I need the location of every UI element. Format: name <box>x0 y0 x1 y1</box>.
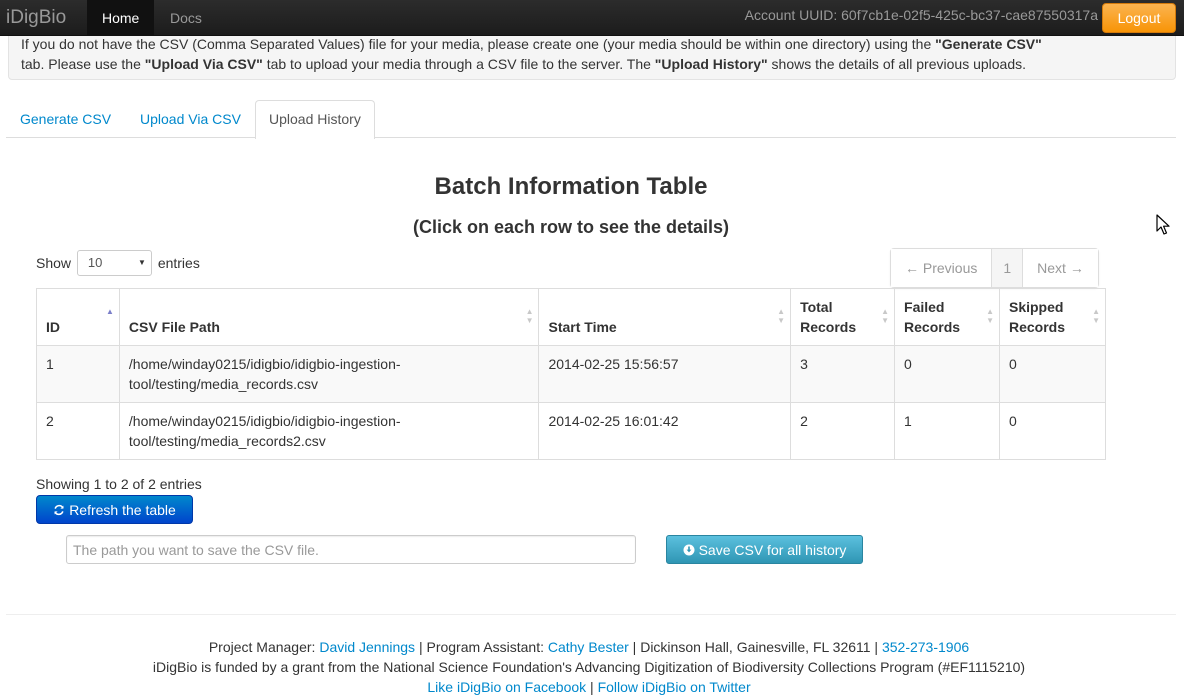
sort-icon: ▲ ▼ <box>777 307 786 325</box>
tab-generate-csv[interactable]: Generate CSV <box>6 100 125 138</box>
column-header-label: ID <box>46 319 60 335</box>
save-csv-label: Save CSV for all history <box>698 542 847 558</box>
facebook-link[interactable]: Like iDigBio on Facebook <box>427 679 586 695</box>
sort-icon: ▲ ▼ <box>1092 307 1100 325</box>
cell-start-time: 2014-02-25 15:56:57 <box>538 345 792 403</box>
column-header-id[interactable]: ID ▲ <box>36 288 120 346</box>
pagination: ← Previous 1 Next → <box>890 248 1099 288</box>
footer-text: | <box>586 679 598 695</box>
previous-page-button[interactable]: ← Previous <box>891 249 992 287</box>
instructions-text-part: shows the details of all previous upload… <box>767 56 1027 72</box>
current-page[interactable]: 1 <box>991 249 1023 287</box>
cell-total-records: 2 <box>790 402 896 460</box>
save-csv-button[interactable]: Save CSV for all history <box>666 535 863 564</box>
instructions-upload-history: "Upload History" <box>654 56 768 72</box>
sort-icon: ▲ ▼ <box>986 307 994 325</box>
column-header-label: Records <box>904 319 961 335</box>
next-page-button[interactable]: Next → <box>1022 249 1098 287</box>
instructions-text-part: If you do not have the CSV (Comma Separa… <box>21 36 936 52</box>
page-subtitle: (Click on each row to see the details) <box>412 217 730 237</box>
show-label: Show <box>36 255 72 272</box>
sort-icon: ▲ ▼ <box>525 307 534 325</box>
phone-link[interactable]: 352-273-1906 <box>882 639 969 655</box>
cell-path-line: /home/winday0215/idigbio/idigbio-ingesti… <box>128 356 401 372</box>
cell-path-line: tool/testing/media_records.csv <box>128 376 318 392</box>
column-header-label: Records <box>800 319 857 335</box>
column-header-failed-records[interactable]: Failed Records ▲ ▼ <box>894 288 1000 346</box>
instructions-text: If you do not have the CSV (Comma Separa… <box>21 34 1131 74</box>
twitter-link[interactable]: Follow iDigBio on Twitter <box>598 679 751 695</box>
table-row[interactable]: 2 /home/winday0215/idigbio/idigbio-inges… <box>36 402 1107 460</box>
footer-contacts: Project Manager: David Jennings | Progra… <box>0 637 1178 657</box>
table-header-row: ID ▲ CSV File Path ▲ ▼ Start Time ▲ ▼ Tota… <box>36 288 1107 346</box>
cell-total-records: 3 <box>790 345 896 403</box>
cell-id: 2 <box>36 402 120 460</box>
mouse-cursor-icon <box>1156 214 1170 235</box>
page-size-select[interactable]: 10 ▼ <box>76 250 152 277</box>
refresh-table-label: Refresh the table <box>69 502 176 518</box>
table-row[interactable]: 1 /home/winday0215/idigbio/idigbio-inges… <box>36 345 1107 403</box>
column-header-label: CSV File Path <box>128 319 220 335</box>
instructions-upload-csv: "Upload Via CSV" <box>144 56 263 72</box>
cell-start-time: 2014-02-25 16:01:42 <box>538 402 792 460</box>
batch-table: ID ▲ CSV File Path ▲ ▼ Start Time ▲ ▼ Tota… <box>36 288 1107 460</box>
instructions-text-part: tab. Please use the <box>21 56 145 72</box>
table-info-count: Showing 1 to 2 of 2 entries <box>36 476 202 492</box>
cell-failed-records: 0 <box>894 345 1000 403</box>
footer-divider <box>6 614 1176 615</box>
cell-path-line: tool/testing/media_records2.csv <box>128 433 326 449</box>
page-size-value: 10 <box>87 255 103 271</box>
column-header-label: Failed <box>904 299 945 315</box>
footer-text: | Dickinson Hall, Gainesville, FL 32611 … <box>628 639 882 655</box>
cell-id: 1 <box>36 345 120 403</box>
project-manager-link[interactable]: David Jennings <box>319 639 415 655</box>
tab-upload-via-csv[interactable]: Upload Via CSV <box>126 100 255 138</box>
instructions-text-part: tab to upload your media through a CSV f… <box>262 56 655 72</box>
entries-label: entries <box>157 255 200 272</box>
column-header-start-time[interactable]: Start Time ▲ ▼ <box>538 288 792 346</box>
save-path-input[interactable] <box>66 535 636 564</box>
footer-text: | Program Assistant: <box>415 639 548 655</box>
instructions-generate-csv: "Generate CSV" <box>935 36 1042 52</box>
top-navbar: iDigBio Home Docs Account UUID: 60f7cb1e… <box>0 0 1184 36</box>
cell-path: /home/winday0215/idigbio/idigbio-ingesti… <box>118 402 540 460</box>
logout-button[interactable]: Logout <box>1102 3 1176 33</box>
nav-docs[interactable]: Docs <box>155 0 217 36</box>
tab-upload-history[interactable]: Upload History <box>255 100 375 139</box>
cell-failed-records: 1 <box>894 402 1000 460</box>
sort-ascending-icon: ▲ <box>105 307 114 316</box>
cell-skipped-records: 0 <box>998 402 1107 460</box>
sort-icon: ▲ ▼ <box>881 307 890 325</box>
tab-bar: Generate CSV Upload Via CSV Upload Histo… <box>6 100 1176 139</box>
column-header-total-records[interactable]: Total Records ▲ ▼ <box>790 288 896 346</box>
page-title: Batch Information Table <box>434 173 708 200</box>
program-assistant-link[interactable]: Cathy Bester <box>548 639 629 655</box>
column-header-label: Start Time <box>548 319 617 335</box>
download-circle-icon <box>683 544 695 556</box>
column-header-label: Records <box>1008 319 1066 335</box>
brand-logo[interactable]: iDigBio <box>6 7 66 29</box>
cell-path-line: /home/winday0215/idigbio/idigbio-ingesti… <box>128 413 401 429</box>
cell-skipped-records: 0 <box>998 345 1107 403</box>
footer-funding: iDigBio is funded by a grant from the Na… <box>152 659 1026 675</box>
chevron-down-icon: ▼ <box>138 258 146 268</box>
column-header-path[interactable]: CSV File Path ▲ ▼ <box>118 288 540 346</box>
cell-path: /home/winday0215/idigbio/idigbio-ingesti… <box>118 345 540 403</box>
footer: Project Manager: David Jennings | Progra… <box>0 637 1178 697</box>
nav-home[interactable]: Home <box>87 0 155 36</box>
column-header-label: Total <box>800 299 833 315</box>
column-header-label: Skipped <box>1008 299 1064 315</box>
footer-social: Like iDigBio on Facebook | Follow iDigBi… <box>0 677 1178 697</box>
refresh-icon <box>54 504 64 516</box>
column-header-skipped-records[interactable]: Skipped Records ▲ ▼ <box>998 288 1107 346</box>
page-length-control: Show 10 ▼ entries <box>36 248 200 277</box>
refresh-table-button[interactable]: Refresh the table <box>36 495 193 524</box>
account-uuid: Account UUID: 60f7cb1e-02f5-425c-bc37-ca… <box>744 7 1098 23</box>
footer-text: Project Manager: <box>208 639 320 655</box>
